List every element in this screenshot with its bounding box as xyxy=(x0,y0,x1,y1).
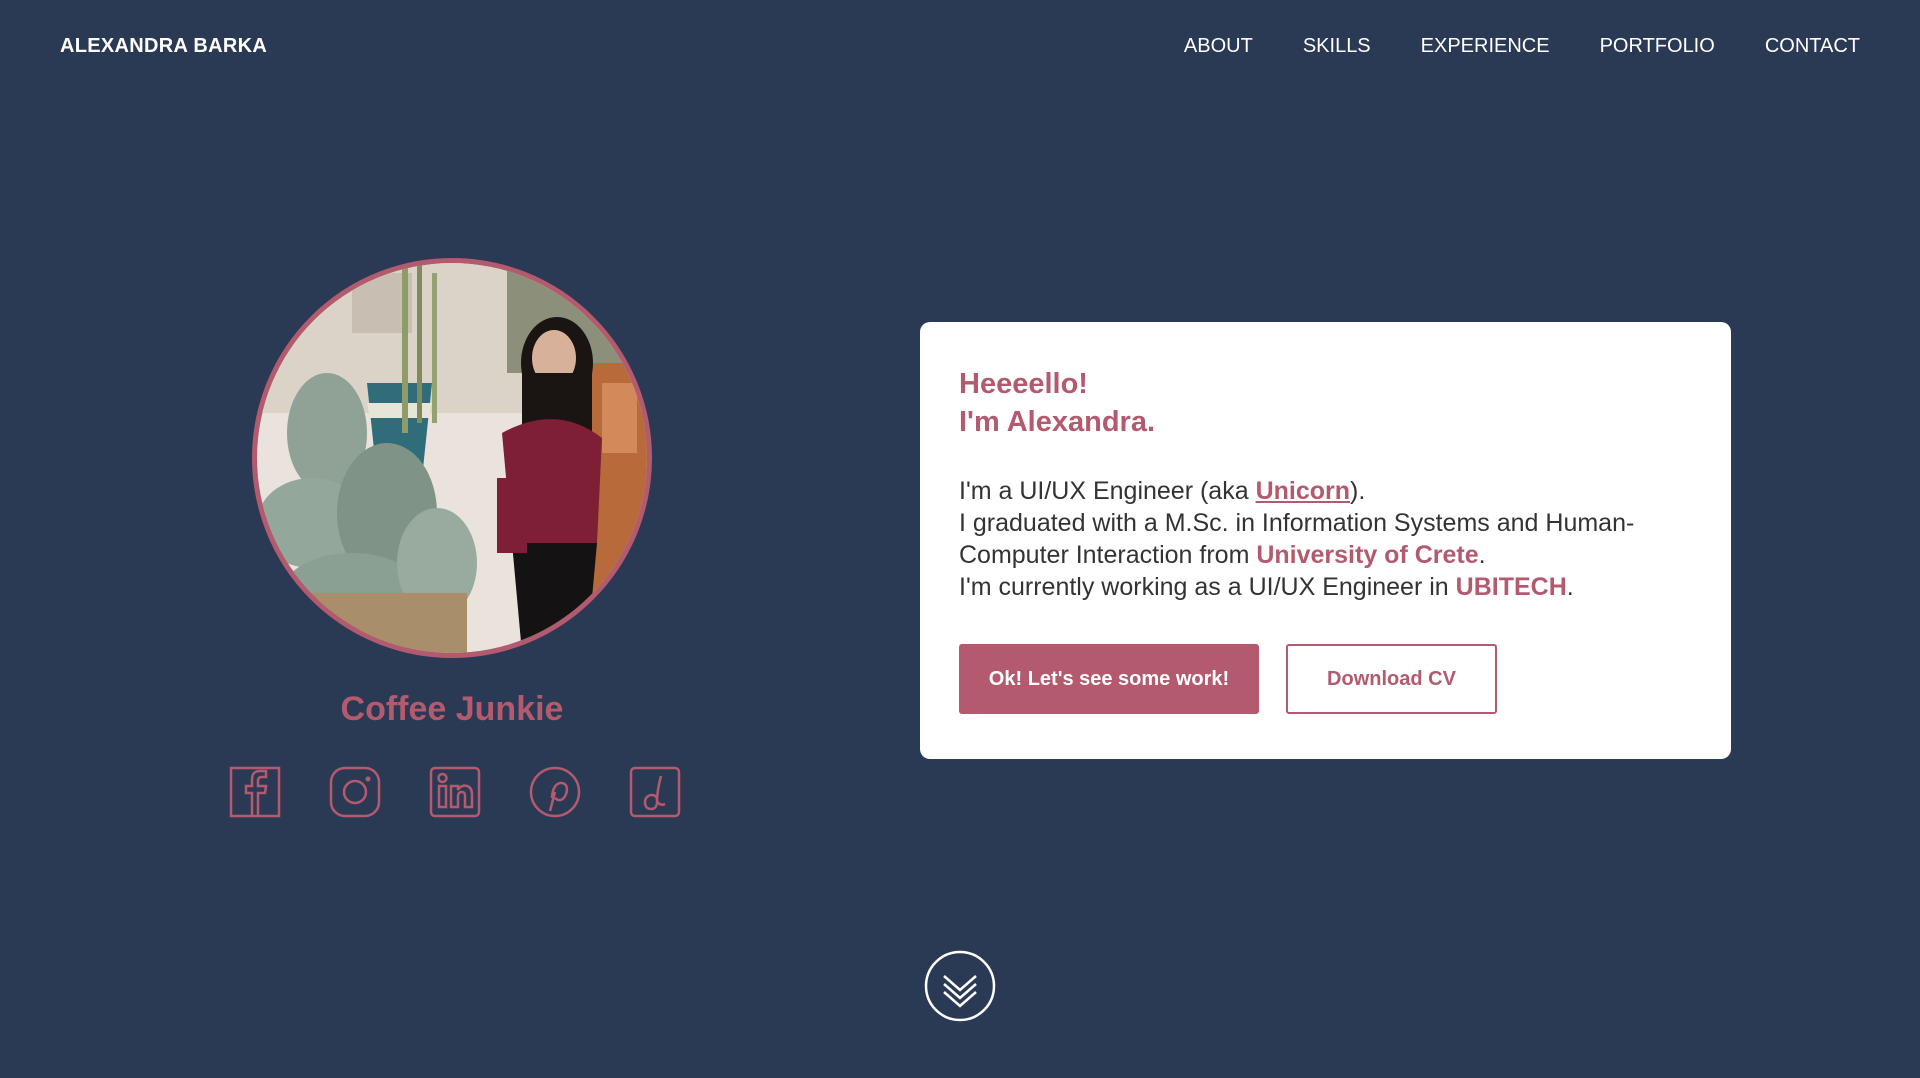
nav-item-about[interactable]: ABOUT xyxy=(1184,35,1253,58)
top-nav: ALEXANDRA BARKA ABOUT SKILLS EXPERIENCE … xyxy=(0,0,1920,96)
profile-photo xyxy=(252,258,652,658)
profile-photo-illustration xyxy=(257,263,647,653)
nav-menu: ABOUT SKILLS EXPERIENCE PORTFOLIO CONTAC… xyxy=(1184,35,1860,58)
facebook-icon[interactable] xyxy=(228,765,282,819)
profile-tagline: Coffee Junkie xyxy=(340,690,564,728)
bio-line-1: I'm a UI/UX Engineer (aka Unicorn). xyxy=(959,475,1693,507)
bio-line-4-prefix: I'm currently working as a UI/UX Enginee… xyxy=(959,573,1456,601)
bio-text: I'm a UI/UX Engineer (aka Unicorn). I gr… xyxy=(959,475,1693,603)
intro-card: Heeeello! I'm Alexandra. I'm a UI/UX Eng… xyxy=(920,322,1731,759)
bio-line-3-suffix: . xyxy=(1478,541,1486,569)
instagram-icon[interactable] xyxy=(328,765,382,819)
nav-item-experience[interactable]: EXPERIENCE xyxy=(1421,35,1550,58)
download-cv-button[interactable]: Download CV xyxy=(1286,644,1497,714)
scroll-down-icon[interactable] xyxy=(924,950,996,1022)
dribbble-icon[interactable] xyxy=(628,765,682,819)
greeting-line-2: I'm Alexandra. xyxy=(959,406,1156,438)
pinterest-icon[interactable] xyxy=(528,765,582,819)
university-highlight: University of Crete xyxy=(1256,541,1479,569)
bio-line-3: Computer Interaction from University of … xyxy=(959,539,1693,571)
linkedin-icon[interactable] xyxy=(428,765,482,819)
nav-item-contact[interactable]: CONTACT xyxy=(1765,35,1860,58)
social-links xyxy=(228,765,682,819)
nav-item-skills[interactable]: SKILLS xyxy=(1303,35,1371,58)
bio-line-2: I graduated with a M.Sc. in Information … xyxy=(959,509,1635,537)
cta-buttons: Ok! Let's see some work! Download CV xyxy=(959,644,1497,714)
bio-line-4-suffix: . xyxy=(1566,573,1574,601)
company-highlight: UBITECH xyxy=(1455,573,1567,601)
bio-line-1-prefix: I'm a UI/UX Engineer (aka xyxy=(959,477,1256,505)
see-work-button[interactable]: Ok! Let's see some work! xyxy=(959,644,1259,714)
greeting: Heeeello! I'm Alexandra. xyxy=(959,365,1693,441)
bio-line-4: I'm currently working as a UI/UX Enginee… xyxy=(959,571,1693,603)
unicorn-link[interactable]: Unicorn xyxy=(1256,477,1350,505)
bio-line-3-prefix: Computer Interaction from xyxy=(959,541,1257,569)
bio-line-1-suffix: ). xyxy=(1350,477,1366,505)
greeting-line-1: Heeeello! xyxy=(959,368,1088,400)
brand-name[interactable]: ALEXANDRA BARKA xyxy=(60,35,267,58)
nav-item-portfolio[interactable]: PORTFOLIO xyxy=(1600,35,1715,58)
